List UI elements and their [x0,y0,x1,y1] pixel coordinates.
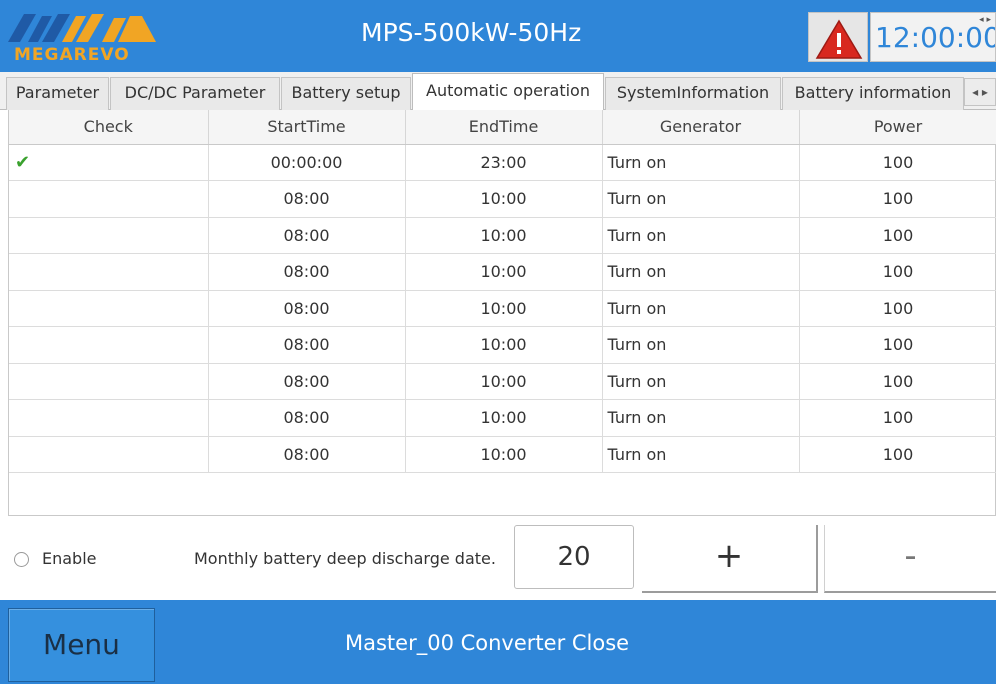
discharge-day-field[interactable]: 20 [514,525,634,589]
table-row[interactable]: 08:00 10:00 Turn on 100 [9,436,996,473]
column-header-endtime: EndTime [405,110,603,145]
tab-automatic-operation[interactable]: Automatic operation [412,73,604,110]
converter-status-text: Master_00 Converter Close [345,631,630,655]
increment-button[interactable]: + [642,525,818,593]
power-cell[interactable]: 100 [799,180,996,218]
clock-time: 12:00:00 [875,21,996,54]
table-row[interactable]: 08:00 10:00 Turn on 100 [9,399,996,437]
enable-label[interactable]: Enable [42,549,97,568]
table-row[interactable]: 08:00 10:00 Turn on 100 [9,253,996,291]
enable-radio[interactable] [14,552,29,567]
generator-cell[interactable]: Turn on [602,436,800,473]
generator-cell[interactable]: Turn on [602,363,800,400]
logo-text: MEGAREVO [14,45,130,65]
generator-cell[interactable]: Turn on [602,290,800,327]
table-row[interactable]: 08:00 10:00 Turn on 100 [9,180,996,218]
check-cell[interactable]: ✔ [9,144,209,181]
check-cell[interactable] [9,180,209,218]
power-cell[interactable]: 100 [799,399,996,437]
power-cell[interactable]: 100 [799,253,996,291]
end-time-cell[interactable]: 10:00 [405,399,603,437]
check-cell[interactable] [9,290,209,327]
discharge-controls: Enable Monthly battery deep discharge da… [0,517,996,597]
decrement-button[interactable]: - [824,525,996,593]
tab-battery-information[interactable]: Battery information [782,77,964,110]
table-header-row: Check StartTime EndTime Generator Power [9,110,996,145]
power-cell[interactable]: 100 [799,436,996,473]
end-time-cell[interactable]: 10:00 [405,326,603,364]
power-cell[interactable]: 100 [799,144,996,181]
tab-battery-setup[interactable]: Battery setup [281,77,411,110]
tab-system-information[interactable]: SystemInformation [605,77,781,110]
check-cell[interactable] [9,253,209,291]
tab-dcdc-parameter[interactable]: DC/DC Parameter [110,77,280,110]
generator-cell[interactable]: Turn on [602,253,800,291]
end-time-cell[interactable]: 10:00 [405,290,603,327]
menu-button[interactable]: Menu [8,608,155,682]
check-cell[interactable] [9,217,209,254]
clock-panel: 12:00:00 ◂ ▸ [870,12,996,62]
end-time-cell[interactable]: 10:00 [405,217,603,254]
check-cell[interactable] [9,363,209,400]
start-time-cell[interactable]: 08:00 [208,399,406,437]
check-cell[interactable] [9,326,209,364]
generator-cell[interactable]: Turn on [602,326,800,364]
end-time-cell[interactable]: 10:00 [405,253,603,291]
table-row[interactable]: 08:00 10:00 Turn on 100 [9,217,996,254]
title-bar: MEGAREVO MPS-500kW-50Hz 12:00:00 ◂ ▸ [0,0,996,72]
check-cell[interactable] [9,399,209,437]
table-row[interactable]: 08:00 10:00 Turn on 100 [9,363,996,400]
power-cell[interactable]: 100 [799,363,996,400]
power-cell[interactable]: 100 [799,326,996,364]
logo-mark-icon [8,14,156,42]
start-time-cell[interactable]: 08:00 [208,180,406,218]
column-header-check: Check [9,110,209,145]
schedule-table-panel: Check StartTime EndTime Generator Power … [8,110,996,516]
mini-nav-arrows-icon[interactable]: ◂ ▸ [979,15,991,25]
warning-triangle-icon [815,19,863,59]
column-header-generator: Generator [602,110,800,145]
start-time-cell[interactable]: 00:00:00 [208,144,406,181]
table-row[interactable]: 08:00 10:00 Turn on 100 [9,290,996,327]
alarm-button[interactable] [808,12,868,62]
column-header-power: Power [799,110,996,145]
power-cell[interactable]: 100 [799,290,996,327]
generator-cell[interactable]: Turn on [602,217,800,254]
column-header-starttime: StartTime [208,110,406,145]
status-bar: Menu Master_00 Converter Close [0,600,996,684]
end-time-cell[interactable]: 10:00 [405,180,603,218]
end-time-cell[interactable]: 10:00 [405,363,603,400]
table-row[interactable]: 08:00 10:00 Turn on 100 [9,326,996,364]
discharge-date-label: Monthly battery deep discharge date. [194,549,496,568]
check-cell[interactable] [9,436,209,473]
tab-parameter[interactable]: Parameter [6,77,109,110]
start-time-cell[interactable]: 08:00 [208,363,406,400]
generator-cell[interactable]: Turn on [602,399,800,437]
start-time-cell[interactable]: 08:00 [208,436,406,473]
power-cell[interactable]: 100 [799,217,996,254]
start-time-cell[interactable]: 08:00 [208,326,406,364]
start-time-cell[interactable]: 08:00 [208,290,406,327]
table-row[interactable]: ✔ 00:00:00 23:00 Turn on 100 [9,144,996,181]
schedule-table: Check StartTime EndTime Generator Power … [9,110,996,473]
megarevo-logo: MEGAREVO [6,10,166,66]
tab-bar: Parameter DC/DC Parameter Battery setup … [0,72,996,110]
generator-cell[interactable]: Turn on [602,180,800,218]
end-time-cell[interactable]: 10:00 [405,436,603,473]
start-time-cell[interactable]: 08:00 [208,217,406,254]
generator-cell[interactable]: Turn on [602,144,800,181]
end-time-cell[interactable]: 23:00 [405,144,603,181]
start-time-cell[interactable]: 08:00 [208,253,406,291]
tab-scroll-arrows-icon[interactable]: ◂ ▸ [964,78,996,106]
device-title: MPS-500kW-50Hz [361,18,582,47]
checkmark-icon: ✔ [15,151,31,173]
